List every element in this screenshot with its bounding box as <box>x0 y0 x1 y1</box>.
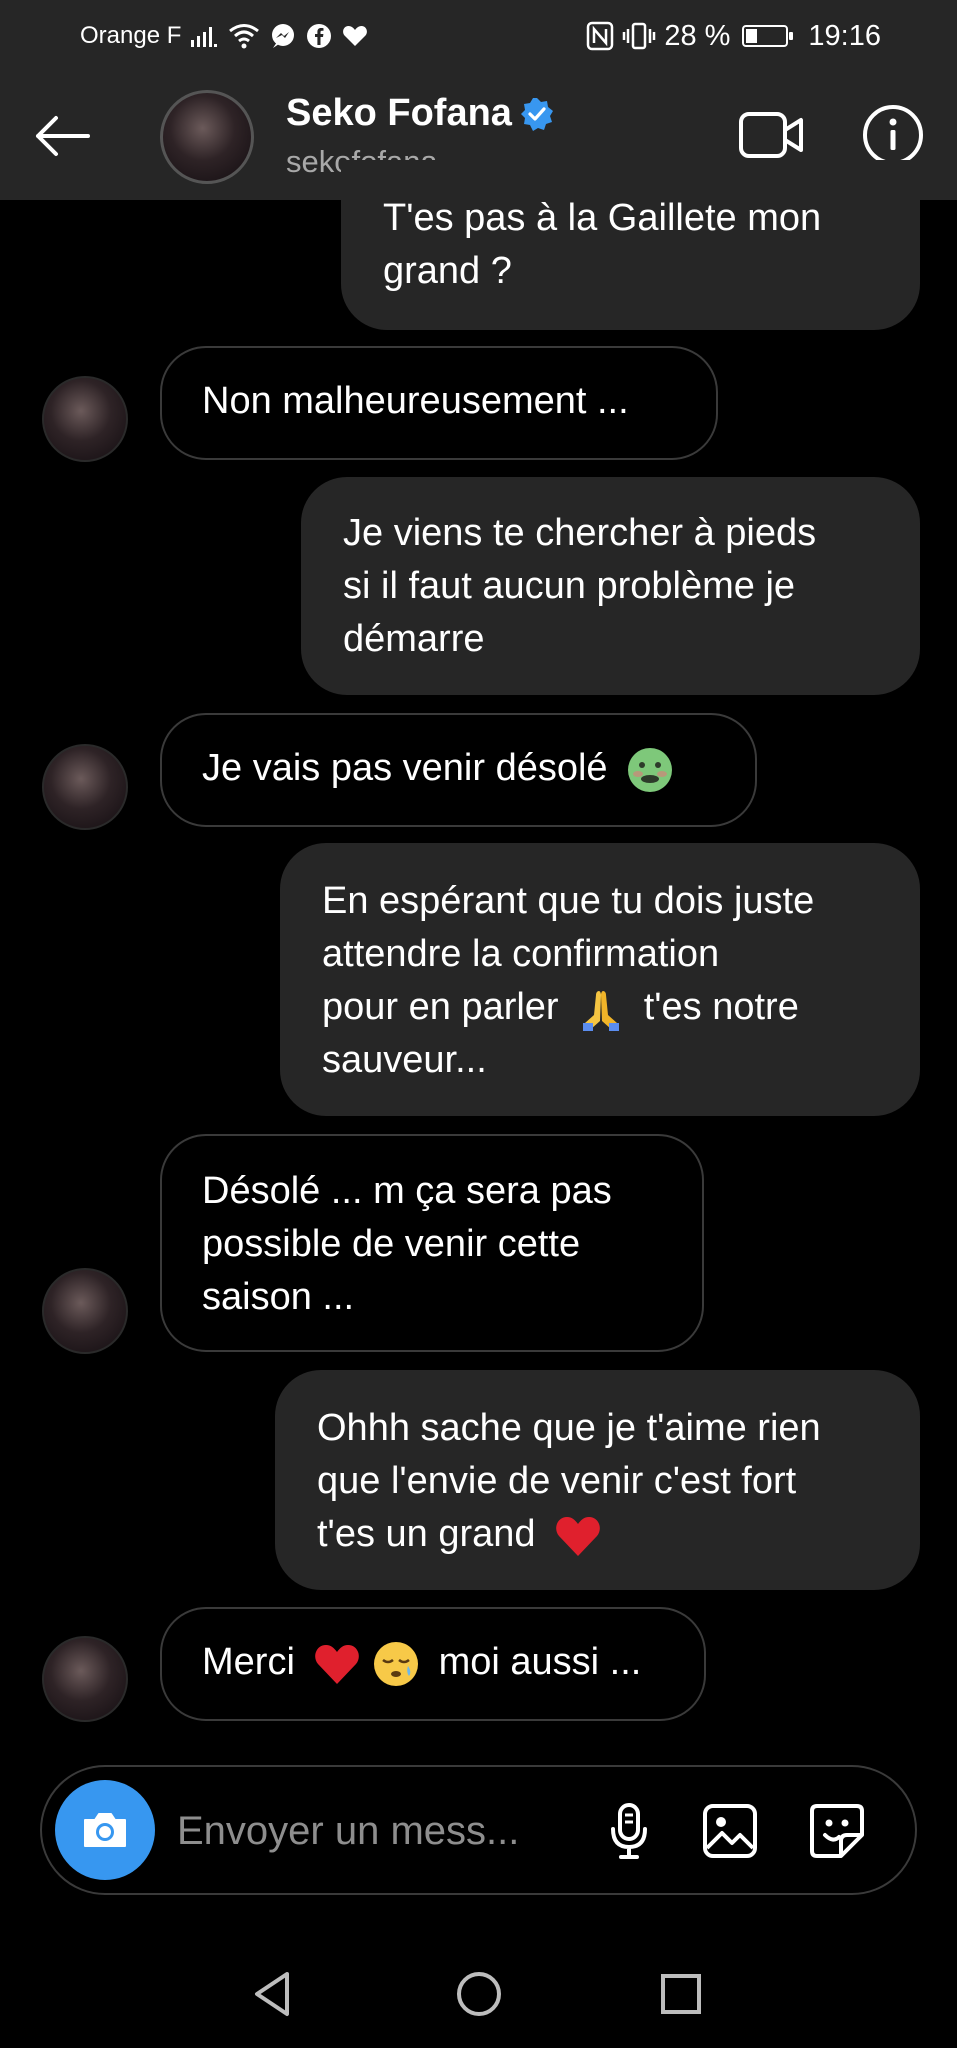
message-line-group: pour en parler t'es notre <box>322 981 878 1034</box>
message-line: t'es notre <box>643 986 799 1028</box>
battery-percent: 28 % <box>664 19 731 52</box>
message-line: pour en parler <box>322 986 559 1028</box>
message-line-group: t'es un grand <box>317 1508 878 1561</box>
camera-button[interactable] <box>55 1780 155 1880</box>
wifi-icon <box>229 24 259 49</box>
messenger-icon <box>272 24 294 48</box>
message-line: t'es un grand <box>317 1513 536 1555</box>
message-incoming[interactable]: Merci moi aussi ... <box>160 1607 706 1721</box>
clip-guide <box>341 200 920 201</box>
sender-avatar[interactable] <box>42 376 128 462</box>
nauseated-face-icon <box>628 747 673 792</box>
message-line: attendre la confirmation <box>322 933 720 975</box>
microphone-icon[interactable] <box>599 1801 659 1861</box>
message-outgoing[interactable]: En espérant que tu dois juste attendre l… <box>280 843 920 1116</box>
message-line: Non malheureusement ... <box>202 380 629 422</box>
message-line: moi aussi ... <box>438 1641 642 1683</box>
carrier-label: Orange F <box>80 22 182 49</box>
direct-message-screen: Orange F 28 % 19:16 Seko Fofana T'es pas… <box>0 0 957 2048</box>
message-outgoing[interactable]: T'es pas à la Gaillete mon grand ? <box>341 160 920 330</box>
message-line: grand ? <box>383 250 512 292</box>
battery-icon <box>742 25 794 47</box>
message-line: que l'envie de venir c'est fort <box>317 1460 797 1502</box>
message-input[interactable] <box>177 1803 597 1859</box>
sleepy-face-icon <box>374 1641 419 1686</box>
contact-name-row[interactable]: Seko Fofana <box>286 92 554 135</box>
message-incoming[interactable]: Je vais pas venir désolé <box>160 713 757 827</box>
message-line: démarre <box>343 618 485 660</box>
nav-recents-icon[interactable] <box>651 1964 711 2024</box>
red-heart-icon <box>556 1516 600 1556</box>
nfc-icon <box>587 21 614 51</box>
sender-avatar[interactable] <box>42 1636 128 1722</box>
message-incoming[interactable]: Non malheureusement ... <box>160 346 718 460</box>
message-line: Je viens te chercher à pieds <box>343 512 817 554</box>
vibrate-icon <box>623 22 656 50</box>
contact-avatar[interactable] <box>160 90 254 184</box>
gallery-icon[interactable] <box>700 1801 760 1861</box>
sticker-icon[interactable] <box>807 1801 867 1861</box>
status-icons-right: 28 % 19:16 <box>586 18 881 54</box>
message-line: si il faut aucun problème je <box>343 565 796 607</box>
message-line: Je vais pas venir désolé <box>202 747 608 789</box>
message-line: Désolé ... m ça sera pas <box>202 1170 612 1212</box>
info-icon[interactable] <box>862 104 924 166</box>
back-arrow-icon[interactable] <box>30 104 94 168</box>
contact-name[interactable]: Seko Fofana <box>286 92 512 135</box>
red-heart-icon <box>315 1644 360 1684</box>
status-bar: Orange F 28 % 19:16 <box>0 0 957 74</box>
camera-icon <box>84 1813 126 1847</box>
facebook-icon <box>307 24 331 48</box>
message-line: Ohhh sache que je t'aime rien <box>317 1407 821 1449</box>
signal-icon <box>191 27 217 47</box>
system-navigation-bar <box>0 1940 957 2048</box>
folded-hands-icon <box>583 990 620 1031</box>
message-composer <box>40 1765 917 1895</box>
message-incoming[interactable]: Désolé ... m ça sera pas possible de ven… <box>160 1134 704 1352</box>
sender-avatar[interactable] <box>42 744 128 830</box>
nav-back-icon[interactable] <box>243 1964 303 2024</box>
heart-icon <box>343 26 367 46</box>
sender-avatar[interactable] <box>42 1268 128 1354</box>
message-line: saison ... <box>202 1276 355 1318</box>
message-line: En espérant que tu dois juste <box>322 880 815 922</box>
status-icons-left <box>190 20 368 52</box>
message-outgoing[interactable]: Je viens te chercher à pieds si il faut … <box>301 477 920 695</box>
message-line: Merci <box>202 1641 295 1683</box>
verified-badge-icon <box>520 97 553 131</box>
message-line: sauveur... <box>322 1039 487 1081</box>
message-outgoing[interactable]: Ohhh sache que je t'aime rien que l'envi… <box>275 1370 920 1590</box>
clock: 19:16 <box>808 19 881 52</box>
nav-home-icon[interactable] <box>449 1964 509 2024</box>
message-line: possible de venir cette <box>202 1223 581 1265</box>
video-call-icon[interactable] <box>738 104 804 166</box>
